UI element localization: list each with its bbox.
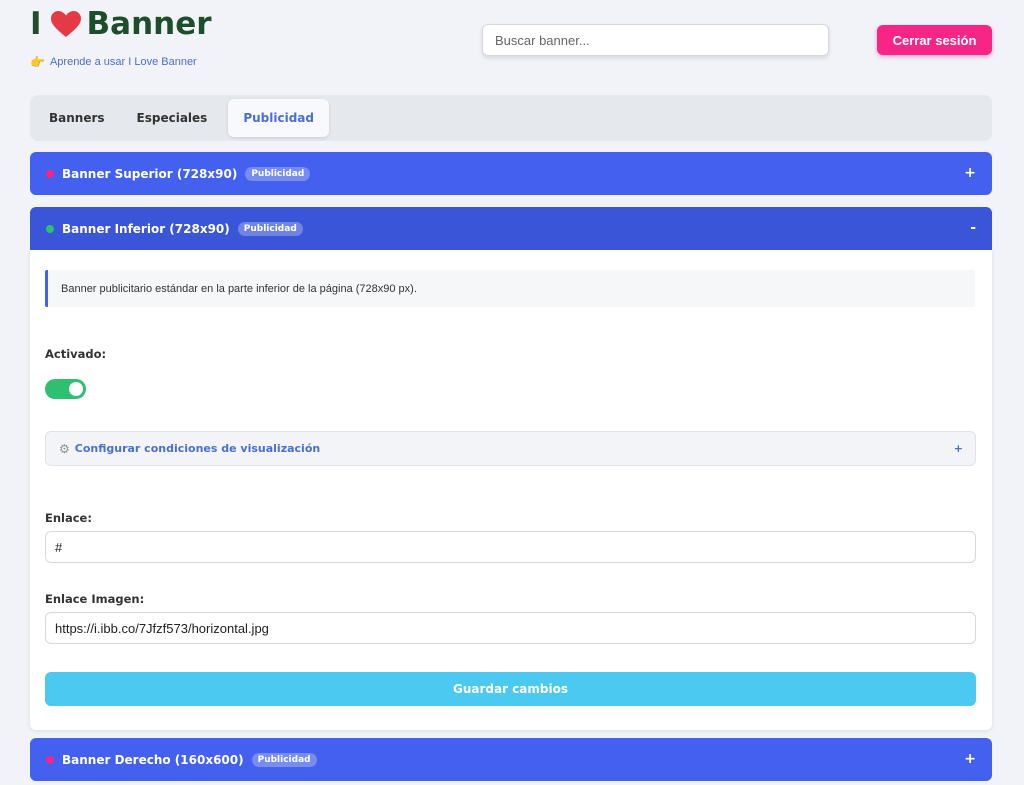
save-button[interactable]: Guardar cambios bbox=[45, 672, 976, 706]
expand-icon: + bbox=[953, 442, 963, 455]
banner-title: Banner Derecho (160x600) bbox=[62, 752, 244, 767]
logo-text-right: Banner bbox=[86, 6, 212, 42]
banner-title: Banner Superior (728x90) bbox=[62, 166, 238, 181]
status-badge: Publicidad bbox=[245, 166, 311, 181]
pointing-hand-icon: 👉 bbox=[30, 55, 45, 69]
tab-publicidad[interactable]: Publicidad bbox=[228, 99, 329, 137]
tab-especiales[interactable]: Especiales bbox=[122, 99, 223, 137]
status-dot bbox=[46, 755, 54, 764]
status-dot bbox=[46, 224, 54, 233]
status-badge: Publicidad bbox=[237, 221, 303, 236]
status-dot bbox=[46, 169, 54, 178]
accordion-header-banner-superior[interactable]: Banner Superior (728x90) Publicidad + bbox=[30, 152, 992, 195]
activated-toggle[interactable] bbox=[45, 379, 86, 399]
accordion-body-banner-inferior: Banner publicitario estándar en la parte… bbox=[30, 250, 992, 730]
learn-link[interactable]: 👉 Aprende a usar I Love Banner bbox=[30, 55, 197, 69]
learn-link-label: Aprende a usar I Love Banner bbox=[49, 56, 197, 68]
collapse-icon[interactable]: - bbox=[970, 220, 976, 236]
image-link-input[interactable] bbox=[45, 612, 976, 644]
display-conditions-toggle[interactable]: ⚙ Configurar condiciones de visualizació… bbox=[45, 431, 976, 466]
link-input[interactable] bbox=[45, 531, 976, 563]
accordion-header-banner-inferior[interactable]: Banner Inferior (728x90) Publicidad - bbox=[30, 207, 992, 250]
expand-icon[interactable]: + bbox=[964, 165, 976, 181]
gear-icon: ⚙ bbox=[59, 441, 70, 456]
toggle-knob bbox=[69, 382, 83, 396]
logout-button[interactable]: Cerrar sesión bbox=[877, 25, 992, 55]
banner-description: Banner publicitario estándar en la parte… bbox=[45, 270, 975, 307]
search-input[interactable] bbox=[482, 24, 829, 56]
logo-text-left: I bbox=[30, 6, 42, 42]
activated-label: Activado: bbox=[45, 347, 107, 361]
display-conditions-label: Configurar condiciones de visualización bbox=[74, 442, 321, 455]
expand-icon[interactable]: + bbox=[964, 751, 976, 767]
tab-banners[interactable]: Banners bbox=[34, 99, 120, 137]
banner-title: Banner Inferior (728x90) bbox=[62, 221, 230, 236]
heart-icon bbox=[50, 10, 82, 38]
accordion-header-banner-derecho[interactable]: Banner Derecho (160x600) Publicidad + bbox=[30, 738, 992, 781]
tab-bar: Banners Especiales Publicidad bbox=[30, 95, 992, 141]
logo: I Banner bbox=[30, 4, 212, 44]
link-label: Enlace: bbox=[45, 511, 92, 525]
image-link-label: Enlace Imagen: bbox=[45, 592, 145, 606]
status-badge: Publicidad bbox=[251, 752, 317, 767]
